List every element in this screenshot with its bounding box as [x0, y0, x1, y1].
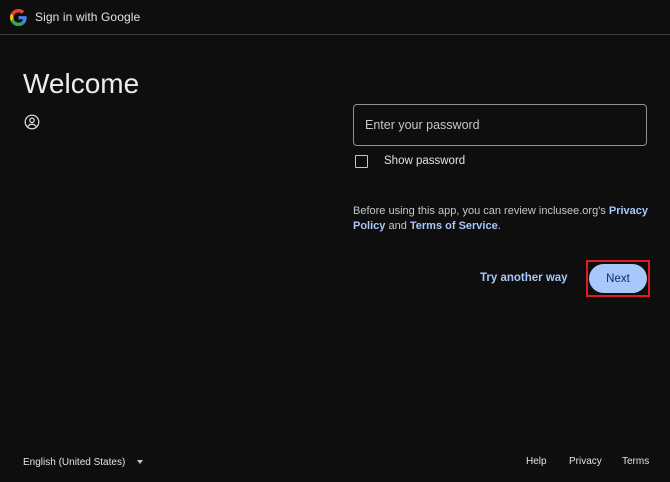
password-field-container [353, 104, 647, 146]
account-circle-icon[interactable] [24, 114, 40, 130]
terms-prefix: Before using this app, you can review in… [353, 205, 609, 217]
help-link[interactable]: Help [526, 456, 547, 467]
terms-notice: Before using this app, you can review in… [353, 204, 648, 234]
page-title: Welcome [23, 68, 140, 99]
show-password-row: Show password [355, 153, 465, 169]
try-another-way-button[interactable]: Try another way [474, 266, 574, 290]
language-selector[interactable]: English (United States) [23, 452, 144, 472]
terms-link[interactable]: Terms [622, 456, 649, 467]
privacy-link[interactable]: Privacy [569, 456, 602, 467]
show-password-checkbox[interactable] [355, 154, 368, 168]
language-label: English (United States) [23, 456, 126, 468]
terms-suffix: . [497, 220, 501, 232]
chevron-down-icon [137, 460, 144, 464]
top-bar: Sign in with Google [0, 0, 670, 35]
terms-middle: and [385, 220, 410, 232]
sign-in-page: Sign in with Google Welcome Show passwor… [0, 0, 670, 482]
header-title: Sign in with Google [35, 10, 141, 24]
footer: English (United States) Help Privacy Ter… [0, 452, 670, 472]
password-input[interactable] [354, 105, 646, 145]
google-logo-icon [10, 9, 27, 26]
terms-of-service-link[interactable]: Terms of Service [410, 220, 498, 232]
show-password-label[interactable]: Show password [384, 155, 465, 167]
next-button[interactable]: Next [589, 264, 647, 293]
